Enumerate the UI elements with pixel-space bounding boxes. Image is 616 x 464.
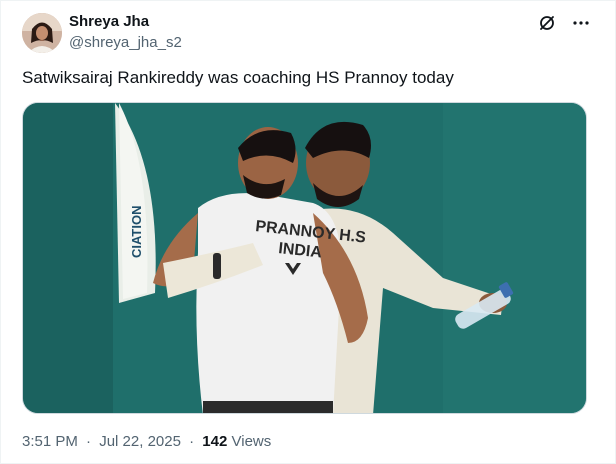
tweet-time[interactable]: 3:51 PM xyxy=(22,433,78,450)
tweet-media[interactable]: CIATION PRANNOY H.S INDIA xyxy=(22,102,587,414)
display-name[interactable]: Shreya Jha xyxy=(69,12,149,32)
tweet-date[interactable]: Jul 22, 2025 xyxy=(99,433,181,450)
banner-text: CIATION xyxy=(129,206,144,258)
views-label: Views xyxy=(231,433,272,450)
more-icon[interactable] xyxy=(571,13,591,33)
avatar[interactable] xyxy=(22,13,62,53)
media-photo: CIATION PRANNOY H.S INDIA xyxy=(23,103,586,413)
tweet-card: Shreya Jha @shreya_jha_s2 Satwiksairaj R… xyxy=(0,0,616,464)
grok-icon[interactable] xyxy=(537,13,557,33)
tweet-actions-top xyxy=(537,13,591,33)
separator: · xyxy=(86,433,92,450)
user-handle[interactable]: @shreya_jha_s2 xyxy=(69,33,182,53)
avatar-image xyxy=(22,13,62,53)
tweet-meta: 3:51 PM · Jul 22, 2025 · 142 Views xyxy=(22,432,271,452)
views-count: 142 xyxy=(202,433,228,450)
separator: · xyxy=(189,433,195,450)
tweet-text: Satwiksairaj Rankireddy was coaching HS … xyxy=(22,68,454,87)
